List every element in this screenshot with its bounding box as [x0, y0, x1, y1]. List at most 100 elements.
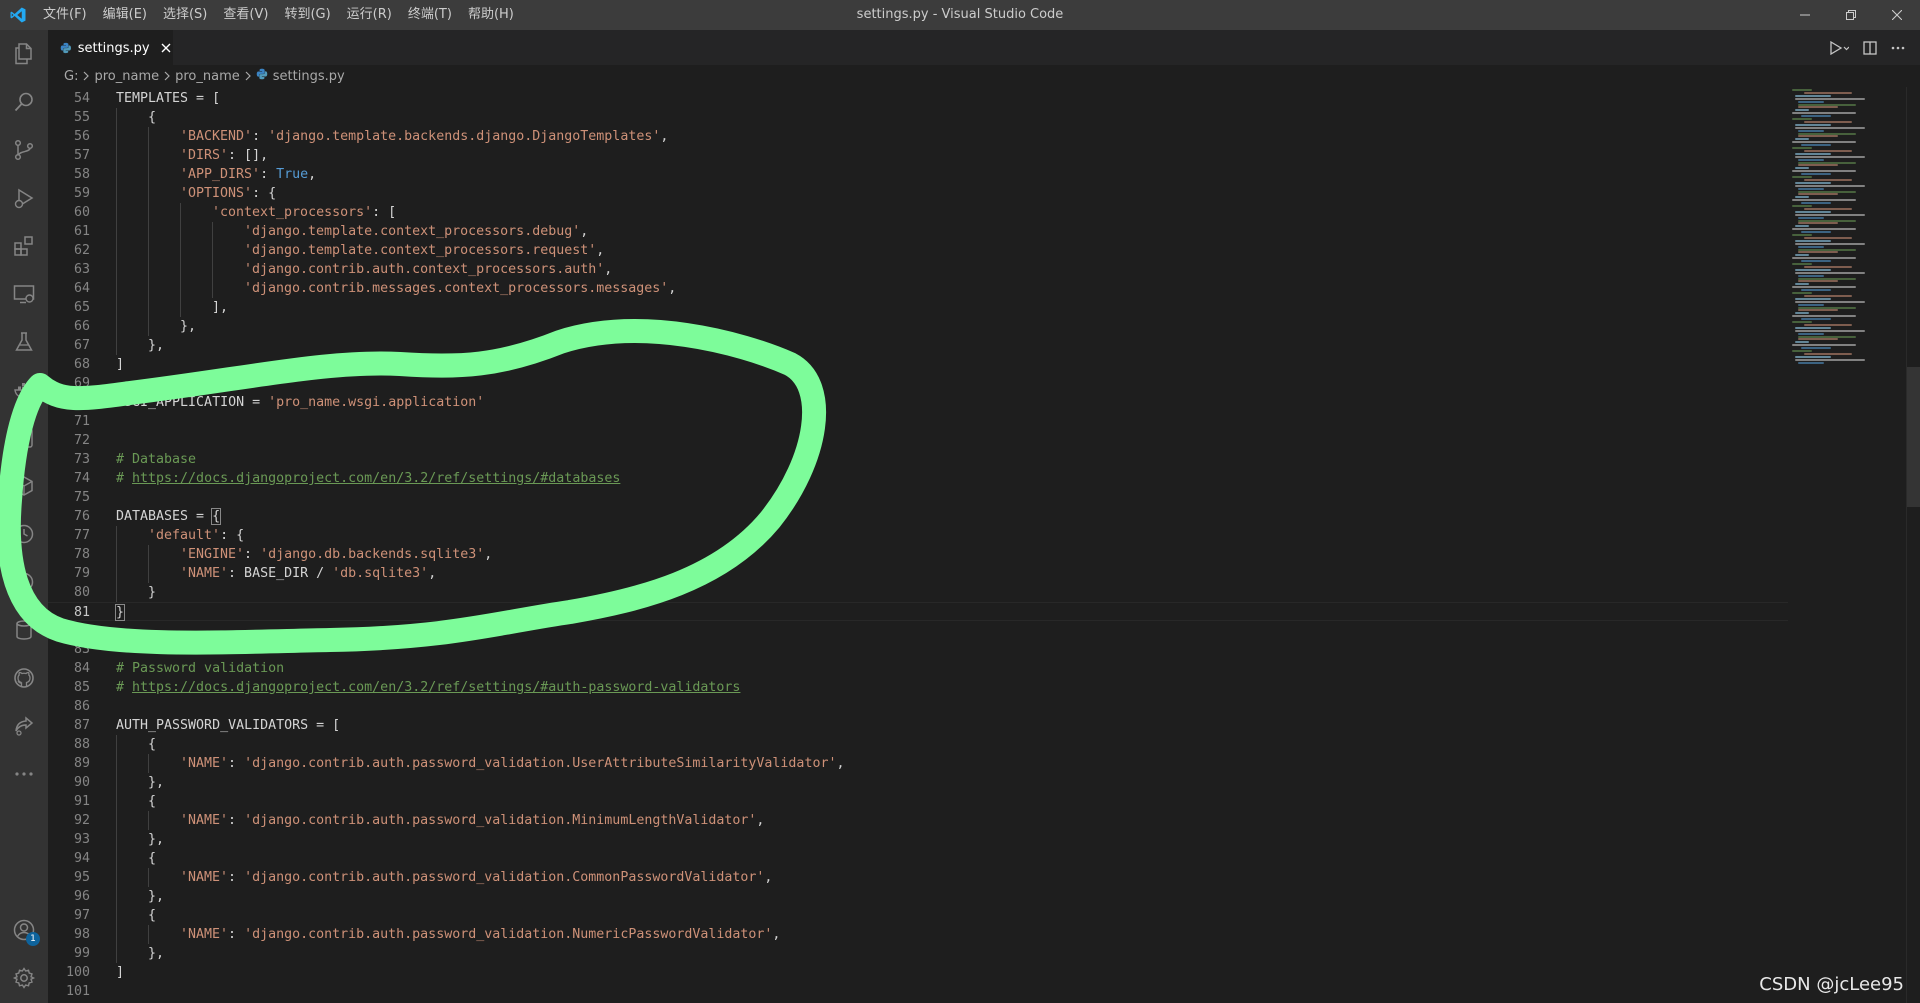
code-line[interactable]: 72 — [48, 431, 1788, 450]
breadcrumb-item[interactable]: settings.py — [256, 68, 345, 84]
run-debug-icon[interactable] — [0, 174, 48, 222]
restore-icon[interactable] — [1828, 0, 1874, 30]
scrollbar-thumb[interactable] — [1907, 367, 1920, 507]
source-control-icon[interactable] — [0, 126, 48, 174]
extensions-icon[interactable] — [0, 222, 48, 270]
run-python-file-icon[interactable] — [1822, 30, 1856, 65]
tab-settings-py[interactable]: settings.py — [48, 30, 173, 65]
vscode-logo-icon[interactable] — [0, 0, 35, 30]
code-line[interactable]: 100] — [48, 963, 1788, 982]
menu-item[interactable]: 选择(S) — [155, 0, 215, 30]
code-line[interactable]: 55 { — [48, 108, 1788, 127]
code-line[interactable]: 60 'context_processors': [ — [48, 203, 1788, 222]
vertical-scrollbar[interactable] — [1906, 87, 1920, 1003]
breadcrumb-item[interactable]: pro_name — [175, 69, 240, 84]
code-line[interactable]: 74 # https://docs.djangoproject.com/en/3.… — [48, 469, 1788, 488]
remote-explorer-icon[interactable] — [0, 270, 48, 318]
code-link[interactable]: https://docs.djangoproject.com/en/3.2/re… — [132, 680, 740, 695]
code-line[interactable]: 91 { — [48, 792, 1788, 811]
testing-icon[interactable] — [0, 318, 48, 366]
deploy-icon[interactable] — [0, 462, 48, 510]
menu-item[interactable]: 帮助(H) — [460, 0, 522, 30]
database-icon[interactable] — [0, 606, 48, 654]
code-line[interactable]: 77 'default': { — [48, 526, 1788, 545]
menu-item[interactable]: 文件(F) — [35, 0, 95, 30]
menu-item[interactable]: 转到(G) — [276, 0, 338, 30]
remote-icon[interactable] — [0, 558, 48, 606]
menu-item[interactable]: 查看(V) — [215, 0, 276, 30]
code-line[interactable]: 93}, — [48, 830, 1788, 849]
github-icon[interactable] — [0, 654, 48, 702]
split-editor-icon[interactable] — [1856, 30, 1884, 65]
close-tab-icon[interactable] — [160, 40, 173, 56]
minimize-icon[interactable] — [1782, 0, 1828, 30]
code-line[interactable]: 56 'BACKEND': 'django.template.backends.d… — [48, 127, 1788, 146]
code-editor[interactable]: 54 TEMPLATES = [55 {56 'BACKEND': 'django.t… — [48, 87, 1920, 1003]
code-link[interactable]: https://docs.djangoproject.com/en/3.2/re… — [132, 471, 620, 486]
close-window-icon[interactable] — [1874, 0, 1920, 30]
code-line[interactable]: 61 'django.template.context_processors.de… — [48, 222, 1788, 241]
search-icon[interactable] — [0, 78, 48, 126]
code-line[interactable]: 67}, — [48, 336, 1788, 355]
docker-icon[interactable] — [0, 366, 48, 414]
code-line[interactable]: 101 — [48, 982, 1788, 1001]
code-line[interactable]: 87 AUTH_PASSWORD_VALIDATORS = [ — [48, 716, 1788, 735]
code-line[interactable]: 78 'ENGINE': 'django.db.backends.sqlite3'… — [48, 545, 1788, 564]
code-line[interactable]: 86 — [48, 697, 1788, 716]
database-tools-icon[interactable] — [0, 414, 48, 462]
code-token: 'DIRS' — [180, 148, 229, 163]
indent-guide — [180, 203, 181, 222]
code-line[interactable]: 92 'NAME': 'django.contrib.auth.password_… — [48, 811, 1788, 830]
code-line[interactable]: 99}, — [48, 944, 1788, 963]
timeline-icon[interactable] — [0, 510, 48, 558]
breadcrumb-item[interactable]: pro_name — [94, 69, 159, 84]
code-line[interactable]: 85 # https://docs.djangoproject.com/en/3.… — [48, 678, 1788, 697]
code-line[interactable]: 58 'APP_DIRS': True, — [48, 165, 1788, 184]
line-number: 89 — [73, 756, 90, 771]
minimap[interactable] — [1790, 87, 1908, 1003]
code-line[interactable]: 90}, — [48, 773, 1788, 792]
indent-guide — [116, 887, 117, 906]
code-line[interactable]: 83 — [48, 640, 1788, 659]
code-line[interactable]: 71 — [48, 412, 1788, 431]
code-line[interactable]: 64 'django.contrib.messages.context_proce… — [48, 279, 1788, 298]
code-line[interactable]: 73 # Database — [48, 450, 1788, 469]
live-share-icon[interactable] — [0, 702, 48, 750]
code-line[interactable]: 79 'NAME': BASE_DIR / 'db.sqlite3', — [48, 564, 1788, 583]
code-line[interactable]: 95 'NAME': 'django.contrib.auth.password_… — [48, 868, 1788, 887]
code-line[interactable]: 94 { — [48, 849, 1788, 868]
code-line[interactable]: 59 'OPTIONS': { — [48, 184, 1788, 203]
code-line[interactable]: 68] — [48, 355, 1788, 374]
files-icon[interactable] — [0, 30, 48, 78]
code-line[interactable]: 97 { — [48, 906, 1788, 925]
settings-gear-icon[interactable] — [0, 954, 48, 1002]
code-line[interactable]: 63 'django.contrib.auth.context_processor… — [48, 260, 1788, 279]
menu-item[interactable]: 编辑(E) — [95, 0, 155, 30]
code-line[interactable]: 89 'NAME': 'django.contrib.auth.password_… — [48, 754, 1788, 773]
menu-item[interactable]: 运行(R) — [339, 0, 400, 30]
code-line[interactable]: 88 { — [48, 735, 1788, 754]
code-line[interactable]: 54 TEMPLATES = [ — [48, 89, 1788, 108]
more-icon[interactable] — [0, 750, 48, 798]
code-line[interactable]: 62 'django.template.context_processors.re… — [48, 241, 1788, 260]
code-text: 'django.contrib.messages.context_process… — [244, 279, 676, 298]
code-line[interactable]: 65], — [48, 298, 1788, 317]
code-line[interactable]: 80} — [48, 583, 1788, 602]
code-line[interactable]: 69 — [48, 374, 1788, 393]
code-line[interactable]: 70 WSGI_APPLICATION = 'pro_name.wsgi.appl… — [48, 393, 1788, 412]
code-line[interactable]: 75 — [48, 488, 1788, 507]
breadcrumb-item[interactable]: G: — [64, 69, 78, 84]
code-line[interactable]: 98 'NAME': 'django.contrib.auth.password_… — [48, 925, 1788, 944]
more-actions-icon[interactable] — [1884, 30, 1912, 65]
code-line[interactable]: 96}, — [48, 887, 1788, 906]
account-icon[interactable]: 1 — [0, 906, 48, 954]
code-line[interactable]: 84 # Password validation — [48, 659, 1788, 678]
menu-item[interactable]: 终端(T) — [400, 0, 460, 30]
code-line[interactable]: 82 — [48, 621, 1788, 640]
code-line[interactable]: 81} — [48, 602, 1788, 621]
code-text: }, — [180, 317, 196, 336]
code-line[interactable]: 76 DATABASES = { — [48, 507, 1788, 526]
code-line[interactable]: 57 'DIRS': [], — [48, 146, 1788, 165]
code-token: True — [276, 167, 309, 182]
code-line[interactable]: 66}, — [48, 317, 1788, 336]
